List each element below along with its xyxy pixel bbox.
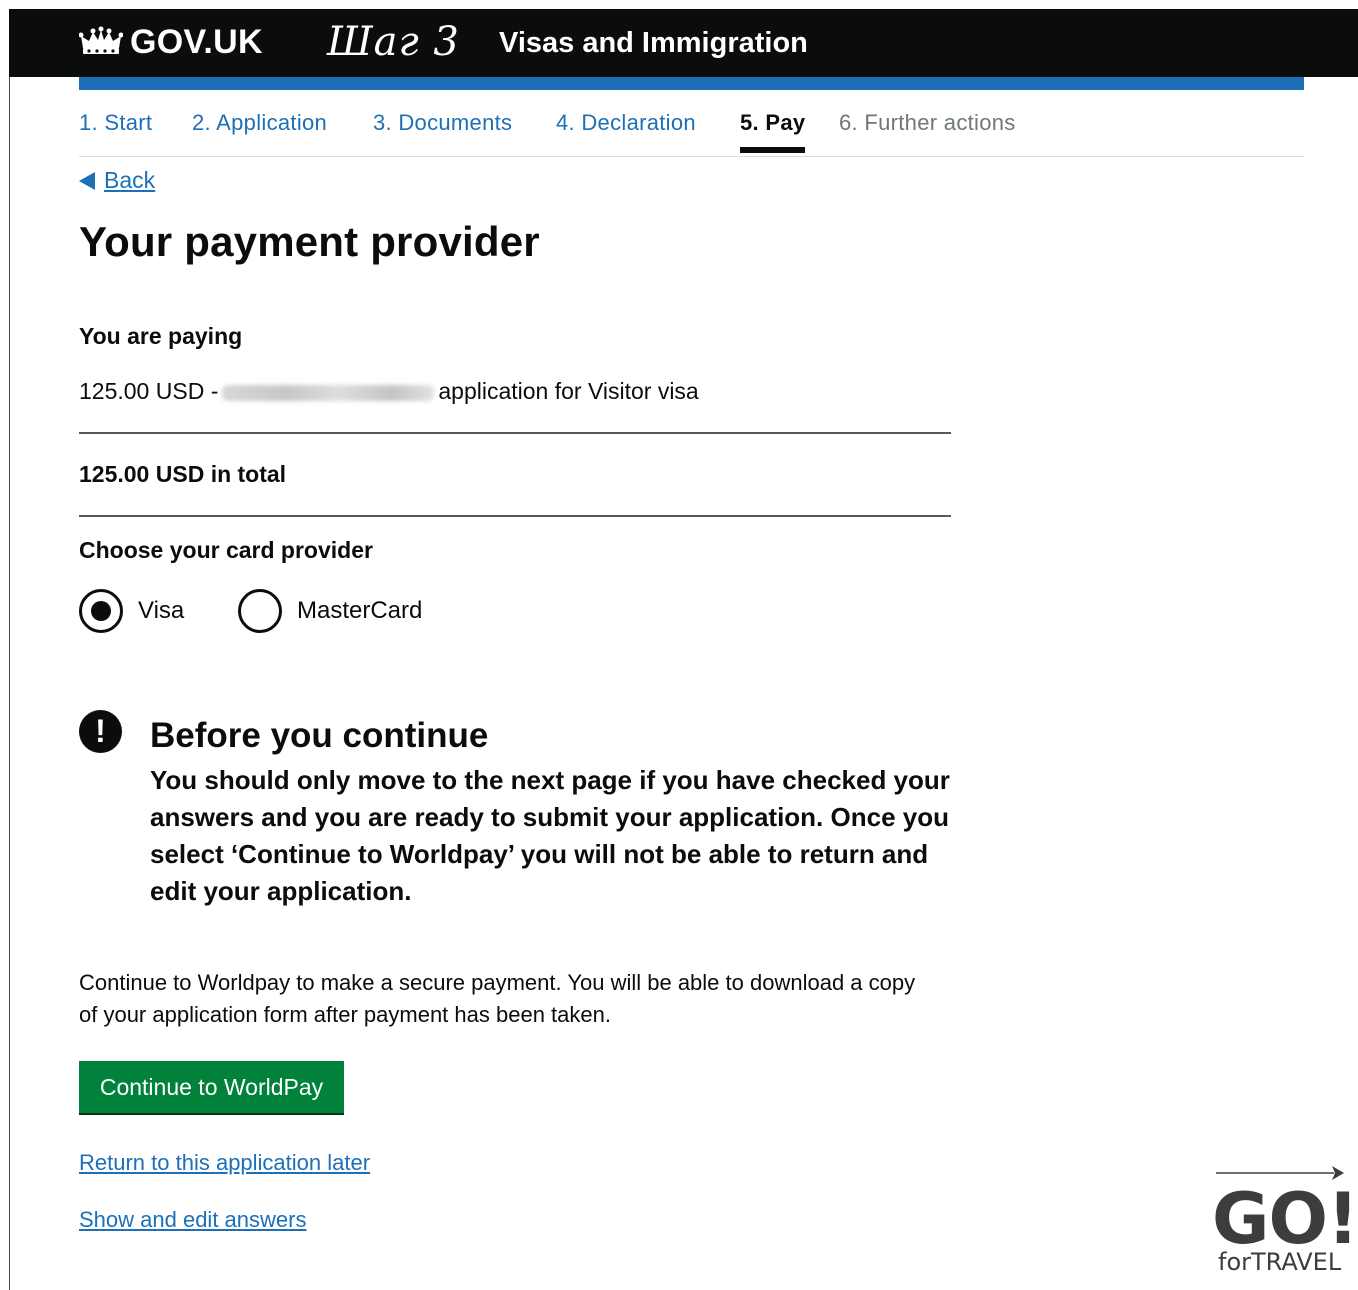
divider-top	[79, 432, 951, 434]
divider-bottom	[79, 515, 951, 517]
back-link[interactable]: Back	[79, 167, 155, 194]
show-edit-answers-link[interactable]: Show and edit answers	[79, 1207, 306, 1233]
govuk-logo-text[interactable]: GOV.UK	[130, 23, 263, 62]
step-annotation: Шаг 3	[327, 19, 460, 65]
step-pay-label: 5. Pay	[740, 110, 806, 135]
step-application[interactable]: 2. Application	[192, 110, 327, 136]
page-title: Your payment provider	[79, 218, 540, 265]
warning-icon: !	[79, 710, 122, 753]
progress-steps: 1. Start 2. Application 3. Documents 4. …	[79, 110, 1304, 157]
payment-line: 125.00 USD - application for Visitor visa	[79, 378, 699, 405]
payment-description: application for Visitor visa	[438, 378, 699, 404]
step-documents[interactable]: 3. Documents	[373, 110, 512, 136]
paying-heading: You are paying	[79, 323, 243, 349]
payment-total: 125.00 USD in total	[79, 461, 287, 487]
radio-visa-circle[interactable]	[79, 589, 123, 633]
service-name[interactable]: Visas and Immigration	[499, 27, 808, 60]
radio-mastercard[interactable]: MasterCard	[238, 586, 422, 636]
goforttravel-watermark: GO! forTRAVEL	[1210, 1160, 1358, 1280]
header-accent-bar	[79, 77, 1304, 90]
worldpay-info-text: Continue to Worldpay to make a secure pa…	[79, 970, 916, 1027]
radio-mastercard-circle[interactable]	[238, 589, 282, 633]
radio-selected-dot	[91, 601, 111, 621]
radio-visa-label: Visa	[138, 597, 185, 624]
radio-visa[interactable]: Visa	[79, 586, 184, 636]
step-declaration[interactable]: 4. Declaration	[556, 110, 696, 136]
continue-to-worldpay-button[interactable]: Continue to WorldPay	[79, 1061, 344, 1113]
card-provider-heading: Choose your card provider	[79, 537, 373, 563]
current-step-underline	[740, 147, 806, 153]
step-start[interactable]: 1. Start	[79, 110, 152, 136]
step-further-actions: 6. Further actions	[839, 110, 1016, 135]
watermark-fortravel: forTRAVEL	[1218, 1248, 1342, 1276]
warning-text: You should only move to the next page if…	[150, 765, 950, 906]
payment-amount: 125.00 USD -	[79, 378, 219, 404]
govuk-header: GOV.UK Шаг 3 Visas and Immigration	[9, 9, 1358, 77]
crown-icon	[79, 26, 123, 54]
back-arrow-icon	[79, 172, 95, 190]
radio-mastercard-label: MasterCard	[297, 597, 423, 624]
step-pay: 5. Pay	[740, 110, 806, 153]
return-later-link[interactable]: Return to this application later	[79, 1150, 370, 1176]
redacted-reference	[222, 384, 435, 401]
warning-title: Before you continue	[150, 716, 489, 755]
back-link-label: Back	[104, 167, 156, 193]
